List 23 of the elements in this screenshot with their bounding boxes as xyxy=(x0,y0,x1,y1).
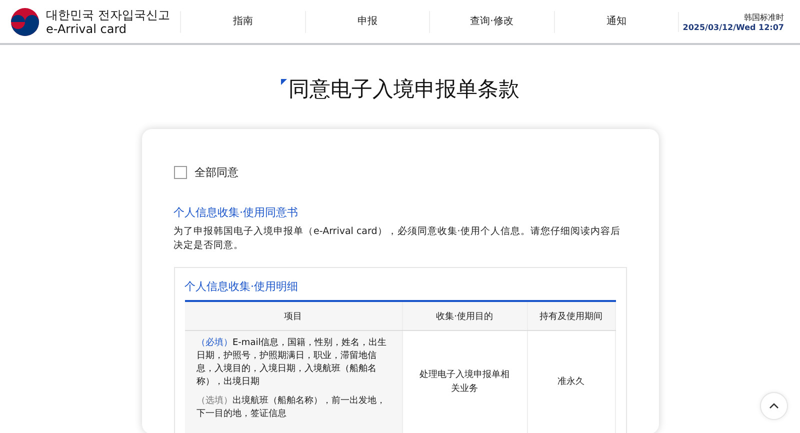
nav-link[interactable]: 申报 xyxy=(304,10,429,32)
column-header: 收集·使用目的 xyxy=(402,302,527,330)
item-text: （选填）出境航班（船舶名称），前一出发地，下一目的地，签证信息 xyxy=(196,395,386,421)
timezone-label: 韩国标准时 xyxy=(743,12,784,22)
logo-title: 대한민국 전자입국신고 xyxy=(46,8,170,22)
emblem-icon xyxy=(10,6,40,36)
table-cell: 处理电子入境申报单相关业务 xyxy=(402,330,527,433)
item-text: （必填）E-mail信息，国籍，性别，姓名，出生日期，护照号，护照期满日，职业，滞留地信息，入境目的，入境日期，入境航班（船舶名称），出境日期 xyxy=(196,337,388,389)
section-title: 个人信息收集·使用同意书 xyxy=(174,205,299,220)
chevron-up-icon xyxy=(769,403,779,409)
nav-link[interactable]: 指南 xyxy=(180,10,304,32)
nav-link[interactable]: 查询·修改 xyxy=(429,10,554,32)
corner-mark-icon xyxy=(280,79,286,85)
description: 为了申报韩国电子入境申报单（e-Arrival card），必须同意收集·使用个人信息。请您仔细阅读内容后决定是否同意。 xyxy=(174,225,622,253)
logo-subtitle: e-Arrival card xyxy=(46,22,128,36)
column-header: 项目 xyxy=(184,302,402,330)
page-title: 同意电子入境申报单条款 xyxy=(288,76,520,103)
agree-all-checkbox[interactable]: 全部同意 xyxy=(174,165,626,180)
nav-link[interactable]: 通知 xyxy=(554,10,678,32)
column-header: 持有及使用期间 xyxy=(527,302,615,330)
scroll-top-button[interactable] xyxy=(760,392,788,420)
table-cell: 准永久 xyxy=(527,330,615,433)
date-time: 2025/03/12/Wed 12:07 xyxy=(682,22,784,32)
